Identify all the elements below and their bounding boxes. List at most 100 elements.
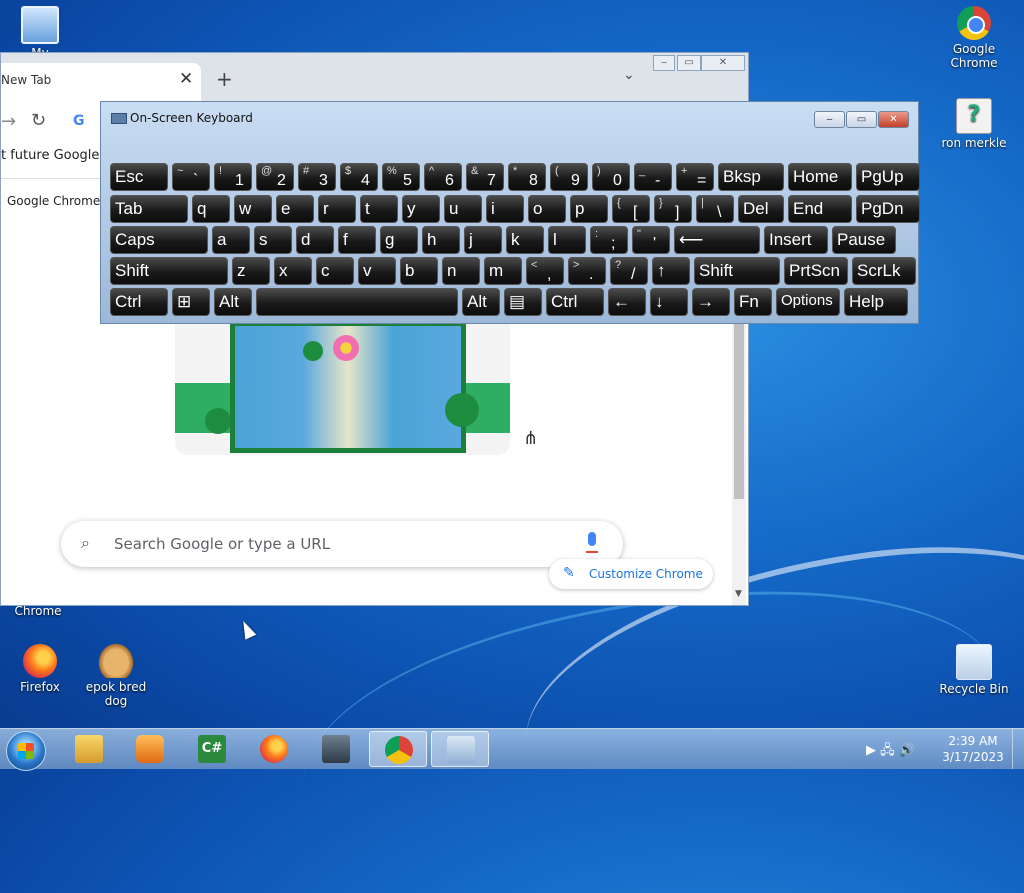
- close-button[interactable]: ✕: [878, 111, 909, 128]
- key-r1c14[interactable]: Del: [738, 195, 784, 223]
- key-r4c9[interactable]: →: [692, 288, 730, 316]
- key-r2c1[interactable]: a: [212, 226, 250, 254]
- key-r3c8[interactable]: <,: [526, 257, 564, 285]
- key-r1c16[interactable]: PgDn: [856, 195, 920, 223]
- key-r1c0[interactable]: Tab: [110, 195, 188, 223]
- key-r3c4[interactable]: v: [358, 257, 396, 285]
- key-r3c0[interactable]: Shift: [110, 257, 228, 285]
- key-r1c12[interactable]: }]: [654, 195, 692, 223]
- taskbar-monitor[interactable]: [307, 731, 365, 767]
- key-r1c7[interactable]: u: [444, 195, 482, 223]
- key-r0c8[interactable]: & 7: [466, 163, 504, 191]
- taskbar-explorer[interactable]: [60, 731, 118, 767]
- customize-chrome-button[interactable]: ✎ Customize Chrome: [549, 559, 713, 589]
- key-r1c2[interactable]: w: [234, 195, 272, 223]
- key-r1c11[interactable]: {[: [612, 195, 650, 223]
- maximize-button[interactable]: ▭: [677, 55, 701, 71]
- key-r2c4[interactable]: f: [338, 226, 376, 254]
- key-r0c6[interactable]: % 5: [382, 163, 420, 191]
- show-desktop-button[interactable]: [1012, 729, 1024, 769]
- omnibox-suggestion[interactable]: t future Google C: [1, 148, 113, 163]
- key-r2c3[interactable]: d: [296, 226, 334, 254]
- search-input[interactable]: ⌕ Search Google or type a URL: [61, 521, 623, 567]
- key-r0c7[interactable]: ^ 6: [424, 163, 462, 191]
- forward-icon[interactable]: →: [1, 111, 16, 132]
- key-r0c9[interactable]: * 8: [508, 163, 546, 191]
- key-r0c4[interactable]: #3: [298, 163, 336, 191]
- key-r3c11[interactable]: ↑: [652, 257, 690, 285]
- key-r3c5[interactable]: b: [400, 257, 438, 285]
- key-r4c1[interactable]: ⊞: [172, 288, 210, 316]
- key-r3c6[interactable]: n: [442, 257, 480, 285]
- key-r2c6[interactable]: h: [422, 226, 460, 254]
- key-r2c2[interactable]: s: [254, 226, 292, 254]
- key-r2c8[interactable]: k: [506, 226, 544, 254]
- key-r0c5[interactable]: $4: [340, 163, 378, 191]
- key-r0c11[interactable]: ) 0: [592, 163, 630, 191]
- key-space[interactable]: [256, 288, 458, 316]
- key-r4c2[interactable]: Alt: [214, 288, 252, 316]
- key-r2c13[interactable]: Insert: [764, 226, 828, 254]
- key-r0c0[interactable]: Esc: [110, 163, 168, 191]
- desktop-icon-recycle-bin[interactable]: Recycle Bin: [936, 644, 1012, 696]
- key-r0c16[interactable]: PgUp: [856, 163, 920, 191]
- taskbar-on-screen-keyboard[interactable]: [431, 731, 489, 767]
- microphone-icon[interactable]: [588, 532, 596, 546]
- key-r2c7[interactable]: j: [464, 226, 502, 254]
- taskbar-firefox[interactable]: [245, 731, 303, 767]
- desktop-icon-chrome[interactable]: Chrome: [0, 604, 76, 618]
- google-doodle[interactable]: [175, 313, 510, 455]
- tab-new-tab[interactable]: New Tab ✕: [1, 63, 201, 103]
- key-r2c14[interactable]: Pause: [832, 226, 896, 254]
- key-r2c9[interactable]: l: [548, 226, 586, 254]
- key-r4c6[interactable]: Ctrl: [546, 288, 604, 316]
- desktop-icon-ron-merkle[interactable]: ? ron merkle: [936, 98, 1012, 150]
- taskbar-media-player[interactable]: [121, 731, 179, 767]
- key-r0c12[interactable]: _ -: [634, 163, 672, 191]
- start-button[interactable]: [6, 731, 46, 771]
- key-r2c11[interactable]: " ': [632, 226, 670, 254]
- key-r4c5[interactable]: ▤: [504, 288, 542, 316]
- key-r1c15[interactable]: End: [788, 195, 852, 223]
- key-r1c10[interactable]: p: [570, 195, 608, 223]
- key-r1c5[interactable]: t: [360, 195, 398, 223]
- key-r0c3[interactable]: @2: [256, 163, 294, 191]
- key-r4c4[interactable]: Alt: [462, 288, 500, 316]
- desktop-icon-firefox[interactable]: Firefox: [2, 644, 78, 694]
- taskbar-chrome[interactable]: [369, 731, 427, 767]
- key-r4c0[interactable]: Ctrl: [110, 288, 168, 316]
- desktop-icon-google-chrome[interactable]: Google Chrome: [936, 6, 1012, 70]
- reload-icon[interactable]: ↻: [31, 110, 46, 131]
- key-r3c9[interactable]: >.: [568, 257, 606, 285]
- tab-close-icon[interactable]: ✕: [179, 69, 193, 89]
- scrollbar-thumb[interactable]: [734, 323, 744, 499]
- key-r4c8[interactable]: ↓: [650, 288, 688, 316]
- desktop-icon-epok-bred-dog[interactable]: epok bred dog: [78, 644, 154, 708]
- key-r2c0[interactable]: Caps: [110, 226, 208, 254]
- key-r4c11[interactable]: Options: [776, 288, 840, 316]
- new-tab-button[interactable]: +: [216, 67, 233, 91]
- key-r3c3[interactable]: c: [316, 257, 354, 285]
- key-r4c7[interactable]: ←: [608, 288, 646, 316]
- clock-time[interactable]: 2:39 AM: [940, 734, 1006, 748]
- key-r3c14[interactable]: ScrLk: [852, 257, 916, 285]
- key-r0c10[interactable]: (9: [550, 163, 588, 191]
- key-r1c9[interactable]: o: [528, 195, 566, 223]
- key-r2c10[interactable]: :;: [590, 226, 628, 254]
- tab-search-icon[interactable]: ⌄: [623, 67, 635, 83]
- key-r1c3[interactable]: e: [276, 195, 314, 223]
- system-tray-icons[interactable]: ▶ 🖧 🔊: [866, 741, 915, 763]
- key-r0c2[interactable]: ! 1: [214, 163, 252, 191]
- key-r3c1[interactable]: z: [232, 257, 270, 285]
- key-r0c1[interactable]: ~ `: [172, 163, 210, 191]
- restore-button[interactable]: ▭: [846, 111, 877, 128]
- key-r4c10[interactable]: Fn: [734, 288, 772, 316]
- key-r3c10[interactable]: ? /: [610, 257, 648, 285]
- key-r0c13[interactable]: + =: [676, 163, 714, 191]
- key-r1c8[interactable]: i: [486, 195, 524, 223]
- key-r1c4[interactable]: r: [318, 195, 356, 223]
- share-icon[interactable]: ⋔: [523, 428, 538, 449]
- clock-date[interactable]: 3/17/2023: [940, 750, 1006, 764]
- bookmark-google-chrome[interactable]: Google Chrome: [7, 194, 100, 208]
- key-r3c12[interactable]: Shift: [694, 257, 780, 285]
